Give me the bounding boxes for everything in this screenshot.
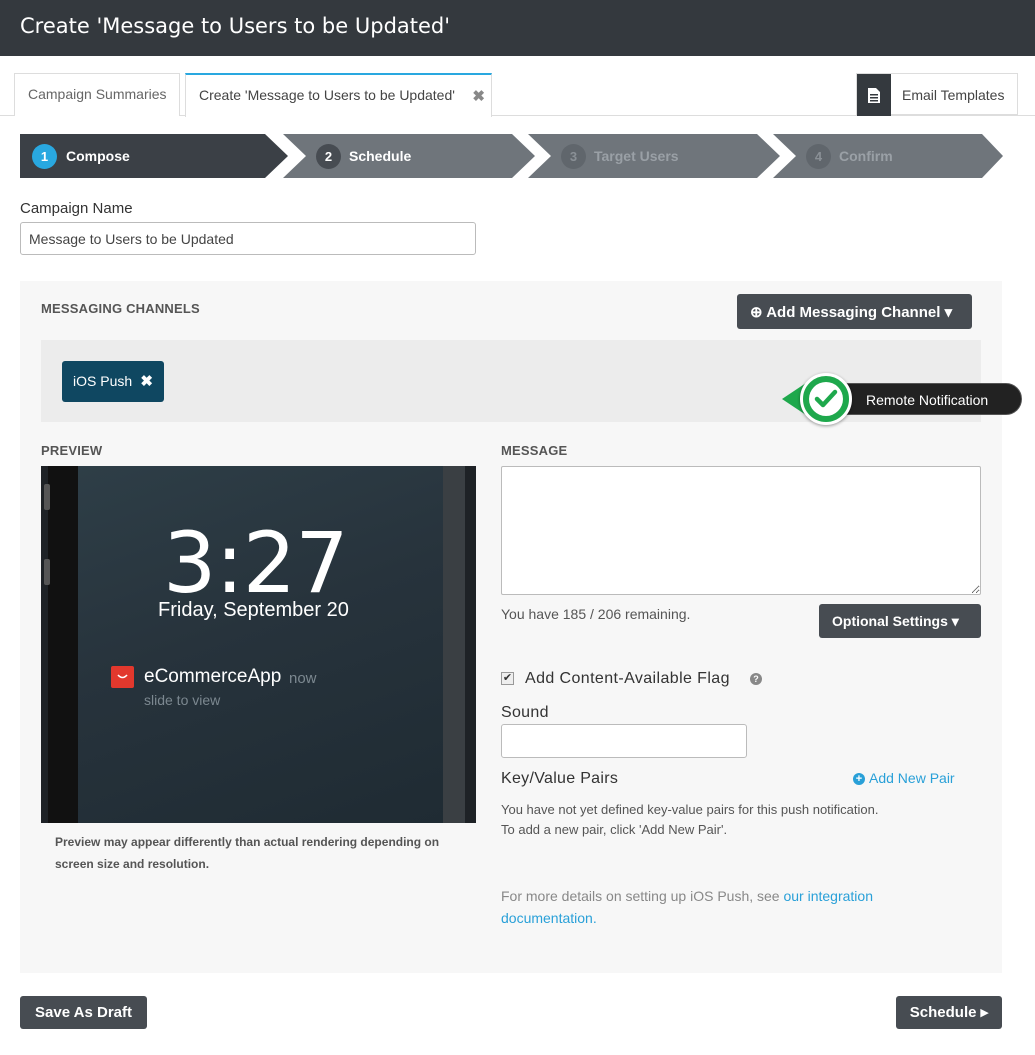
message-textarea[interactable] — [501, 466, 981, 595]
step-confirm: 4 Confirm — [773, 134, 1005, 178]
step-target-users: 3 Target Users — [528, 134, 780, 178]
email-templates-label: Email Templates — [902, 87, 1005, 103]
remote-notification-callout: Remote Notification — [782, 373, 1027, 427]
message-heading: MESSAGE — [501, 443, 568, 458]
close-icon[interactable]: ✖ — [472, 87, 485, 105]
phone-side-button — [44, 484, 50, 510]
phone-preview: 3:27 Friday, September 20 eCommerceApp n… — [41, 466, 476, 823]
char-remaining: You have 185 / 206 remaining. — [501, 606, 691, 622]
help-icon[interactable]: ? — [750, 673, 762, 685]
notification-time: now — [289, 670, 317, 687]
campaign-name-label: Campaign Name — [20, 200, 133, 217]
chip-label: iOS Push — [73, 373, 133, 389]
lock-date: Friday, September 20 — [158, 599, 349, 621]
add-messaging-channel-button[interactable]: ⊕ Add Messaging Channel ▾ — [737, 294, 972, 329]
phone-frame-right — [443, 466, 465, 823]
channel-chip-ios-push[interactable]: iOS Push ✖ — [62, 361, 164, 402]
schedule-button[interactable]: Schedule ▸ — [896, 996, 1002, 1029]
optional-settings-button[interactable]: Optional Settings ▾ — [819, 604, 981, 638]
remove-icon[interactable]: ✖ — [140, 372, 153, 390]
check-icon — [800, 373, 852, 425]
step-compose[interactable]: 1 Compose — [20, 134, 288, 178]
optional-settings-label: Optional Settings — [832, 613, 948, 629]
step-number: 3 — [561, 144, 586, 169]
step-number: 1 — [32, 144, 57, 169]
notification-app-name: eCommerceApp — [144, 666, 282, 687]
more-details-text: For more details on setting up iOS Push,… — [501, 885, 911, 929]
caret-down-icon: ▾ — [951, 613, 959, 629]
key-value-note-line: To add a new pair, click 'Add New Pair'. — [501, 822, 728, 837]
window-title: Create 'Message to Users to be Updated' — [20, 14, 451, 38]
save-as-draft-button[interactable]: Save As Draft — [20, 996, 147, 1029]
caret-right-icon: ▸ — [980, 1004, 989, 1021]
phone-side-button — [44, 559, 50, 585]
plus-circle-icon: ⊕ — [750, 304, 763, 321]
step-label: Compose — [66, 148, 130, 164]
tab-label: Campaign Summaries — [28, 86, 167, 102]
schedule-label: Schedule — [909, 1004, 977, 1021]
plus-circle-icon: + — [853, 773, 865, 785]
content-available-checkbox[interactable]: ✔ — [501, 672, 514, 685]
app-icon — [111, 666, 134, 688]
sound-input[interactable] — [501, 724, 747, 758]
campaign-name-input[interactable] — [20, 222, 476, 255]
phone-frame — [48, 466, 78, 823]
step-schedule[interactable]: 2 Schedule — [283, 134, 535, 178]
step-number: 2 — [316, 144, 341, 169]
sound-label: Sound — [501, 704, 549, 721]
callout-label: Remote Notification — [832, 383, 1022, 415]
messaging-channels-heading: MESSAGING CHANNELS — [41, 301, 200, 316]
step-number: 4 — [806, 144, 831, 169]
add-channel-label: Add Messaging Channel — [766, 304, 941, 321]
preview-heading: PREVIEW — [41, 443, 103, 458]
wizard-steps: 1 Compose 2 Schedule 3 Target Users 4 Co… — [20, 134, 1005, 178]
key-value-label: Key/Value Pairs — [501, 770, 619, 787]
key-value-note: You have not yet defined key-value pairs… — [501, 800, 878, 840]
preview-note: Preview may appear differently than actu… — [55, 835, 440, 871]
content-available-label: Add Content-Available Flag — [525, 670, 730, 687]
more-details-prefix: For more details on setting up iOS Push,… — [501, 888, 784, 904]
add-new-pair-link[interactable]: + Add New Pair — [853, 770, 955, 786]
add-new-pair-label: Add New Pair — [869, 770, 955, 786]
tab-label: Create 'Message to Users to be Updated' — [199, 87, 455, 103]
tab-create-campaign[interactable]: Create 'Message to Users to be Updated' … — [185, 73, 492, 117]
lock-time: 3:27 — [163, 514, 349, 612]
step-label: Confirm — [839, 148, 893, 164]
slide-to-view: slide to view — [144, 692, 221, 708]
lock-screen: 3:27 Friday, September 20 eCommerceApp n… — [78, 466, 443, 823]
tab-bar: Campaign Summaries Create 'Message to Us… — [0, 56, 1035, 117]
email-templates-button[interactable]: Email Templates — [856, 73, 1018, 116]
title-bar: Create 'Message to Users to be Updated' — [0, 0, 1035, 56]
document-icon — [857, 74, 891, 116]
key-value-note-line: You have not yet defined key-value pairs… — [501, 802, 879, 817]
tab-campaign-summaries[interactable]: Campaign Summaries — [14, 73, 180, 116]
step-label: Schedule — [349, 148, 412, 164]
caret-down-icon: ▾ — [944, 304, 953, 321]
step-label: Target Users — [594, 148, 679, 164]
